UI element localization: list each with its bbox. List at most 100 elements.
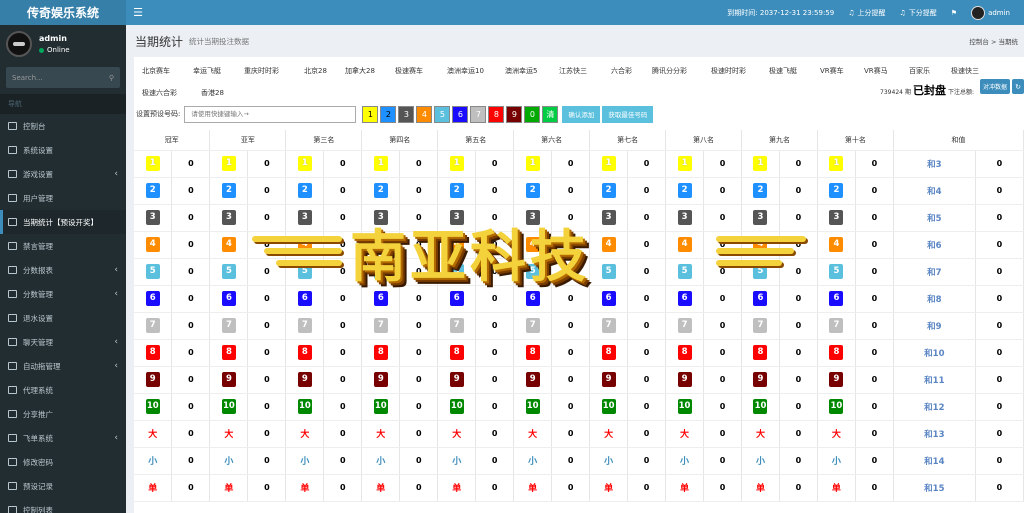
bet-option[interactable]: 小 (452, 457, 461, 467)
bet-option[interactable]: 7 (297, 318, 312, 333)
bet-option[interactable]: 小 (604, 457, 613, 467)
sidebar-item-6[interactable]: 分数报表 ‹ (0, 258, 126, 282)
bet-option[interactable]: 8 (145, 345, 160, 360)
bet-option[interactable]: 7 (145, 318, 160, 333)
tab-16[interactable]: 极速快三 (951, 66, 979, 76)
bet-option[interactable]: 6 (221, 291, 236, 306)
bet-option[interactable]: 6 (145, 291, 160, 306)
sum-option[interactable]: 和7 (927, 268, 941, 278)
sum-option[interactable]: 和13 (924, 430, 944, 440)
bet-option[interactable]: 5 (677, 264, 692, 279)
tab-14[interactable]: VR赛马 (864, 66, 888, 76)
bet-option[interactable]: 10 (297, 399, 312, 414)
sum-option[interactable]: 和3 (927, 160, 941, 170)
bet-option[interactable]: 2 (373, 183, 388, 198)
bet-option[interactable]: 小 (832, 457, 841, 467)
tab-9[interactable]: 六合彩 (611, 66, 632, 76)
bet-option[interactable]: 4 (297, 237, 312, 252)
bet-option[interactable]: 5 (373, 264, 388, 279)
sidebar-item-12[interactable]: 分享推广 (0, 402, 126, 426)
preset-number-button[interactable]: 清 (542, 105, 559, 123)
bet-option[interactable]: 4 (145, 237, 160, 252)
bet-option[interactable]: 5 (297, 264, 312, 279)
bet-option[interactable]: 3 (829, 210, 844, 225)
sidebar-item-8[interactable]: 退水设置 (0, 306, 126, 330)
bet-option[interactable]: 6 (753, 291, 768, 306)
bet-option[interactable]: 1 (829, 156, 844, 171)
bet-option[interactable]: 1 (145, 156, 160, 171)
sum-option[interactable]: 和10 (924, 349, 944, 359)
down-alert-button[interactable]: ♫ 下分提醒 (900, 8, 937, 18)
preset-number-button[interactable]: 3 (398, 105, 415, 123)
bet-option[interactable]: 8 (525, 345, 540, 360)
bet-option[interactable]: 10 (221, 399, 236, 414)
bet-option[interactable]: 单 (376, 484, 385, 494)
bet-option[interactable]: 9 (145, 372, 160, 387)
tab-5[interactable]: 极速赛车 (395, 66, 423, 76)
bet-option[interactable]: 4 (601, 237, 616, 252)
sidebar-item-0[interactable]: 控制台 (0, 114, 126, 138)
bet-option[interactable]: 2 (753, 183, 768, 198)
bet-option[interactable]: 5 (525, 264, 540, 279)
bet-option[interactable]: 6 (829, 291, 844, 306)
bet-option[interactable]: 7 (677, 318, 692, 333)
bet-option[interactable]: 9 (677, 372, 692, 387)
bet-option[interactable]: 9 (753, 372, 768, 387)
bet-option[interactable]: 单 (224, 484, 233, 494)
up-alert-button[interactable]: ♫ 上分提醒 (848, 8, 885, 18)
bet-option[interactable]: 1 (449, 156, 464, 171)
bet-option[interactable]: 4 (829, 237, 844, 252)
bet-option[interactable]: 单 (148, 484, 157, 494)
bet-option[interactable]: 小 (224, 457, 233, 467)
bet-option[interactable]: 4 (449, 237, 464, 252)
sum-option[interactable]: 和5 (927, 214, 941, 224)
preset-number-button[interactable]: 7 (470, 105, 487, 123)
bet-option[interactable]: 5 (449, 264, 464, 279)
bet-option[interactable]: 大 (452, 430, 461, 440)
bet-option[interactable]: 3 (449, 210, 464, 225)
sidebar-item-4[interactable]: 当期统计【预设开奖】 (0, 210, 126, 234)
bet-option[interactable]: 小 (148, 457, 157, 467)
bet-option[interactable]: 4 (525, 237, 540, 252)
confirm-add-button[interactable]: 确认添加 (562, 105, 601, 123)
bet-option[interactable]: 4 (677, 237, 692, 252)
bet-option[interactable]: 5 (145, 264, 160, 279)
bet-option[interactable]: 大 (224, 430, 233, 440)
bet-option[interactable]: 10 (601, 399, 616, 414)
bet-option[interactable]: 10 (677, 399, 692, 414)
tab-10[interactable]: 腾讯分分彩 (652, 66, 687, 76)
bet-option[interactable]: 单 (604, 484, 613, 494)
bet-option[interactable]: 2 (297, 183, 312, 198)
bet-option[interactable]: 10 (449, 399, 464, 414)
tab-8[interactable]: 江苏快三 (559, 66, 587, 76)
tab-1[interactable]: 幸运飞艇 (193, 66, 221, 76)
bet-option[interactable]: 单 (756, 484, 765, 494)
preset-number-button[interactable]: 6 (452, 105, 469, 123)
sidebar-item-9[interactable]: 聊天管理 ‹ (0, 330, 126, 354)
bet-option[interactable]: 1 (221, 156, 236, 171)
flag-icon[interactable]: ⚑ (951, 9, 957, 17)
preset-input[interactable] (184, 105, 357, 123)
bet-option[interactable]: 大 (680, 430, 689, 440)
bet-option[interactable]: 3 (373, 210, 388, 225)
bet-option[interactable]: 1 (525, 156, 540, 171)
tab-2[interactable]: 重庆时时彩 (244, 66, 279, 76)
bet-option[interactable]: 8 (449, 345, 464, 360)
tab-12[interactable]: 极速飞艇 (769, 66, 797, 76)
sum-option[interactable]: 和9 (927, 322, 941, 332)
bet-option[interactable]: 9 (449, 372, 464, 387)
bet-option[interactable]: 大 (376, 430, 385, 440)
bet-option[interactable]: 1 (677, 156, 692, 171)
bet-option[interactable]: 7 (373, 318, 388, 333)
user-menu[interactable]: admin (971, 5, 1010, 20)
bet-option[interactable]: 5 (601, 264, 616, 279)
bet-option[interactable]: 9 (601, 372, 616, 387)
bet-option[interactable]: 7 (829, 318, 844, 333)
sidebar-item-10[interactable]: 自动拖管理 ‹ (0, 354, 126, 378)
bet-option[interactable]: 8 (677, 345, 692, 360)
bet-option[interactable]: 6 (601, 291, 616, 306)
preset-number-button[interactable]: 0 (524, 105, 541, 123)
tab-7[interactable]: 澳洲幸运5 (505, 66, 537, 76)
bet-option[interactable]: 单 (528, 484, 537, 494)
sidebar-item-13[interactable]: 飞单系统 ‹ (0, 426, 126, 450)
